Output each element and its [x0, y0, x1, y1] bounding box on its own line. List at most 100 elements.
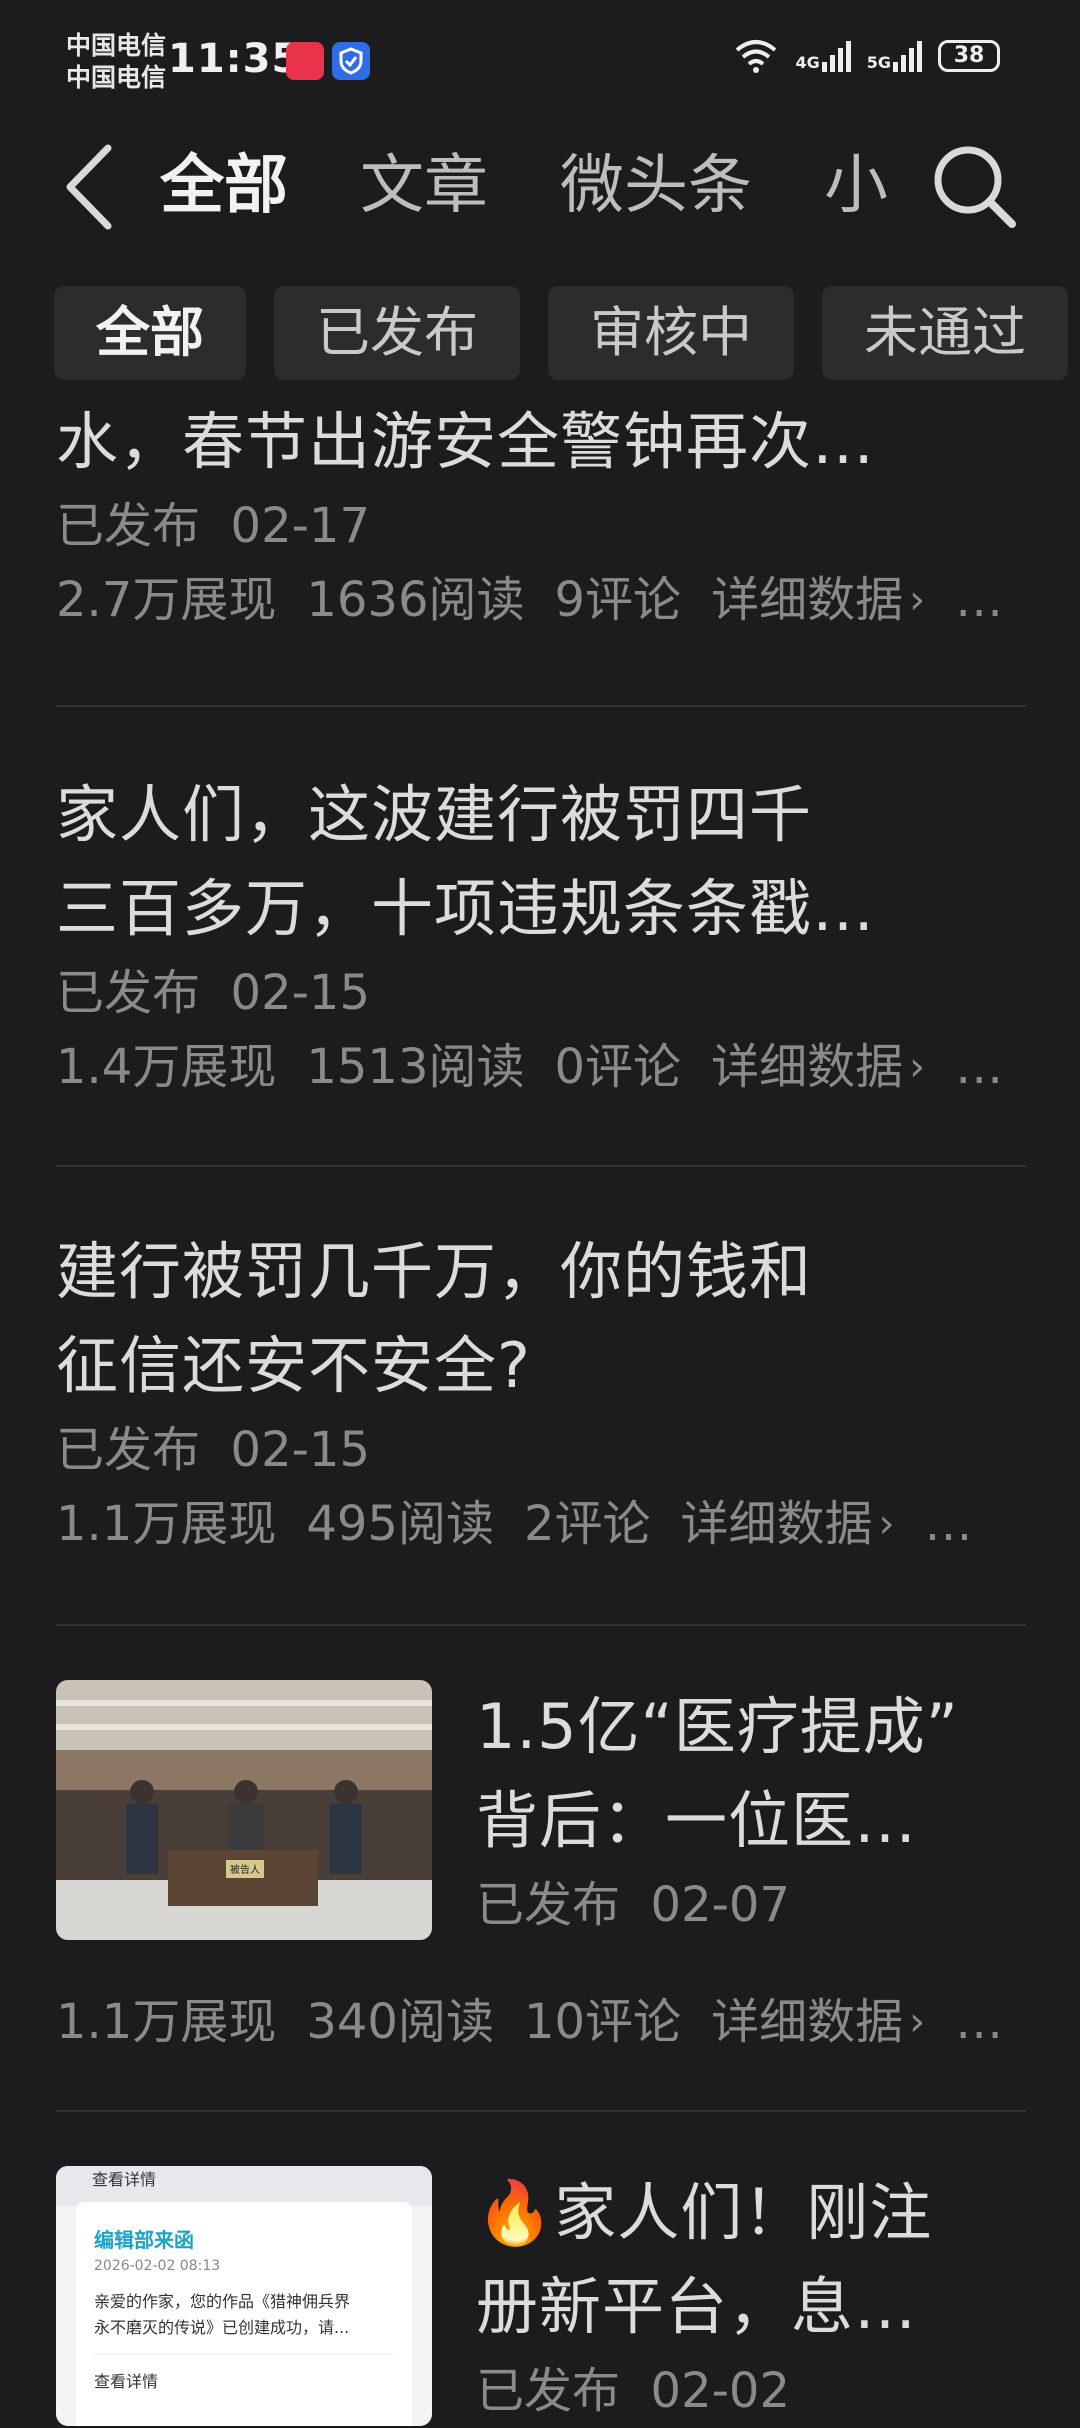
battery-icon: 38	[938, 40, 1000, 72]
card-view-details: 查看详情	[94, 2372, 159, 2391]
reads: 495阅读	[306, 1496, 494, 1552]
status-label: 已发布	[56, 1422, 201, 1478]
reads: 340阅读	[306, 1994, 494, 2050]
article-stats: 1.1万展现 340阅读 10评论 详细数据 › …	[56, 1985, 1026, 2059]
detail-data-link[interactable]: 详细数据	[711, 1030, 903, 1104]
divider	[56, 1165, 1026, 1167]
status-label: 已发布	[476, 2363, 621, 2419]
publish-date: 02-02	[650, 2363, 791, 2419]
publish-date: 02-17	[230, 498, 371, 554]
status-bar: 中国电信 中国电信 11:35 4G 5G 38	[0, 0, 1080, 120]
detail-data-link[interactable]: 详细数据	[711, 1985, 903, 2059]
comments: 9评论	[554, 572, 682, 628]
chevron-right-icon: ›	[878, 1501, 895, 1547]
status-label: 已发布	[56, 498, 201, 554]
card-divider	[94, 2354, 394, 2355]
article-title-line-1: 建行被罚几千万，你的钱和	[56, 1235, 813, 1308]
card-body-line-2: 永不磨灭的传说》已创建成功，请...	[94, 2318, 350, 2337]
clock: 11:35	[168, 36, 301, 82]
article-title-line-2: 三百多万，十项违规条条戳…	[56, 872, 876, 945]
article-title-line-2: 册新平台，息…	[476, 2270, 918, 2343]
filter-all[interactable]: 全部	[54, 286, 246, 380]
article-thumbnail[interactable]: 查看详情 编辑部来函 2026-02-02 08:13 亲爱的作家，您的作品《猎…	[56, 2166, 432, 2426]
more-options-icon[interactable]: …	[925, 1487, 973, 1561]
card-top-bar: 查看详情	[56, 2166, 432, 2206]
comments: 2评论	[523, 1496, 651, 1552]
content-type-tabs: 全部 文章 微头条 小	[160, 138, 888, 234]
comments: 10评论	[523, 1994, 682, 2050]
detail-data-link[interactable]: 详细数据	[711, 563, 903, 637]
video-app-notification-icon	[286, 42, 324, 80]
network-label-4g: 4G	[795, 53, 820, 72]
defendant-sign: 被告人	[230, 1863, 260, 1876]
article-status-line: 已发布 02-02	[476, 2354, 1046, 2428]
more-options-icon[interactable]: …	[955, 1985, 1003, 2059]
list-item[interactable]: 🔥家人们！刚注 册新平台，息… 已发布 02-02	[476, 2166, 1046, 2428]
more-options-icon[interactable]: …	[955, 563, 1003, 637]
signal-bars-icon	[821, 40, 851, 72]
filter-rejected[interactable]: 未通过	[822, 286, 1068, 380]
wifi-icon	[736, 40, 777, 73]
article-stats: 1.4万展现 1513阅读 0评论 详细数据 › …	[56, 1030, 1026, 1104]
notice-card: 编辑部来函 2026-02-02 08:13 亲爱的作家，您的作品《猎神佣兵界 …	[76, 2202, 412, 2426]
status-indicators: 4G 5G 38	[733, 38, 1000, 74]
tab-micro-posts[interactable]: 微头条	[560, 138, 752, 234]
reads: 1513阅读	[306, 1039, 525, 1095]
comments: 0评论	[554, 1039, 682, 1095]
article-title-line-1: 🔥家人们！刚注	[476, 2176, 933, 2249]
carrier-labels: 中国电信 中国电信	[66, 30, 166, 94]
divider	[56, 1624, 1026, 1626]
impressions: 1.4万展现	[56, 1039, 277, 1095]
card-body-line-1: 亲爱的作家，您的作品《猎神佣兵界	[94, 2292, 351, 2311]
divider	[56, 705, 1026, 707]
signal-5g: 5G	[867, 40, 922, 72]
detail-data-link[interactable]: 详细数据	[681, 1487, 873, 1561]
reads: 1636阅读	[306, 572, 525, 628]
article-stats: 2.7万展现 1636阅读 9评论 详细数据 › …	[56, 563, 1026, 637]
status-label: 已发布	[56, 965, 201, 1021]
publish-date: 02-15	[230, 1422, 371, 1478]
chevron-right-icon: ›	[909, 1044, 926, 1090]
carrier-1: 中国电信	[66, 31, 167, 60]
search-icon	[934, 146, 1016, 228]
article-title-line-2: 征信还安不安全?	[56, 1329, 531, 1402]
shield-notification-icon	[332, 42, 370, 80]
article-stats: 1.1万展现 495阅读 2评论 详细数据 › …	[56, 1487, 1026, 1561]
courtroom-photo: 被告人	[56, 1680, 432, 1940]
signal-bars-icon	[893, 40, 922, 72]
chevron-left-icon	[66, 144, 112, 230]
search-button[interactable]	[928, 140, 1018, 230]
impressions: 2.7万展现	[56, 572, 277, 628]
card-top-link: 查看详情	[92, 2170, 157, 2189]
list-item[interactable]: 家人们，这波建行被罚四千 三百多万，十项违规条条戳… 已发布 02-15 1.4…	[56, 768, 1026, 1104]
publish-date: 02-15	[230, 965, 371, 1021]
tab-small[interactable]: 小	[824, 138, 888, 234]
list-item[interactable]: 水，春节出游安全警钟再次… 已发布 02-17 2.7万展现 1636阅读 9评…	[56, 395, 1026, 637]
impressions: 1.1万展现	[56, 1496, 277, 1552]
more-options-icon[interactable]: …	[955, 1030, 1003, 1104]
filter-published[interactable]: 已发布	[274, 286, 520, 380]
article-status-line: 已发布 02-15	[56, 956, 1026, 1030]
article-thumbnail[interactable]: 被告人	[56, 1680, 432, 1940]
tab-articles[interactable]: 文章	[360, 138, 488, 234]
tab-all[interactable]: 全部	[160, 138, 288, 234]
list-item[interactable]: 建行被罚几千万，你的钱和 征信还安不安全? 已发布 02-15 1.1万展现 4…	[56, 1225, 1026, 1561]
chevron-right-icon: ›	[909, 1999, 926, 2045]
chevron-right-icon: ›	[909, 577, 926, 623]
divider	[56, 2110, 1026, 2112]
article-title-line-1: 1.5亿“医疗提成”	[476, 1690, 959, 1763]
status-filter-bar: 全部 已发布 审核中 未通过	[54, 286, 1068, 380]
filter-under-review[interactable]: 审核中	[548, 286, 794, 380]
publish-date: 02-07	[650, 1877, 791, 1933]
list-item[interactable]: 1.5亿“医疗提成” 背后：一位医… 已发布 02-07	[476, 1680, 1046, 1942]
article-status-line: 已发布 02-17	[56, 489, 1026, 563]
card-datetime: 2026-02-02 08:13	[94, 2258, 221, 2274]
article-title: 水，春节出游安全警钟再次…	[56, 405, 876, 478]
article-stats-row: 1.1万展现 340阅读 10评论 详细数据 › …	[56, 1985, 1026, 2059]
article-title-line-2: 背后：一位医…	[476, 1784, 918, 1857]
card-heading: 编辑部来函	[94, 2228, 194, 2252]
carrier-2: 中国电信	[66, 63, 167, 92]
back-button[interactable]	[60, 142, 120, 232]
signal-4g: 4G	[795, 40, 851, 72]
article-status-line: 已发布 02-15	[56, 1413, 1026, 1487]
